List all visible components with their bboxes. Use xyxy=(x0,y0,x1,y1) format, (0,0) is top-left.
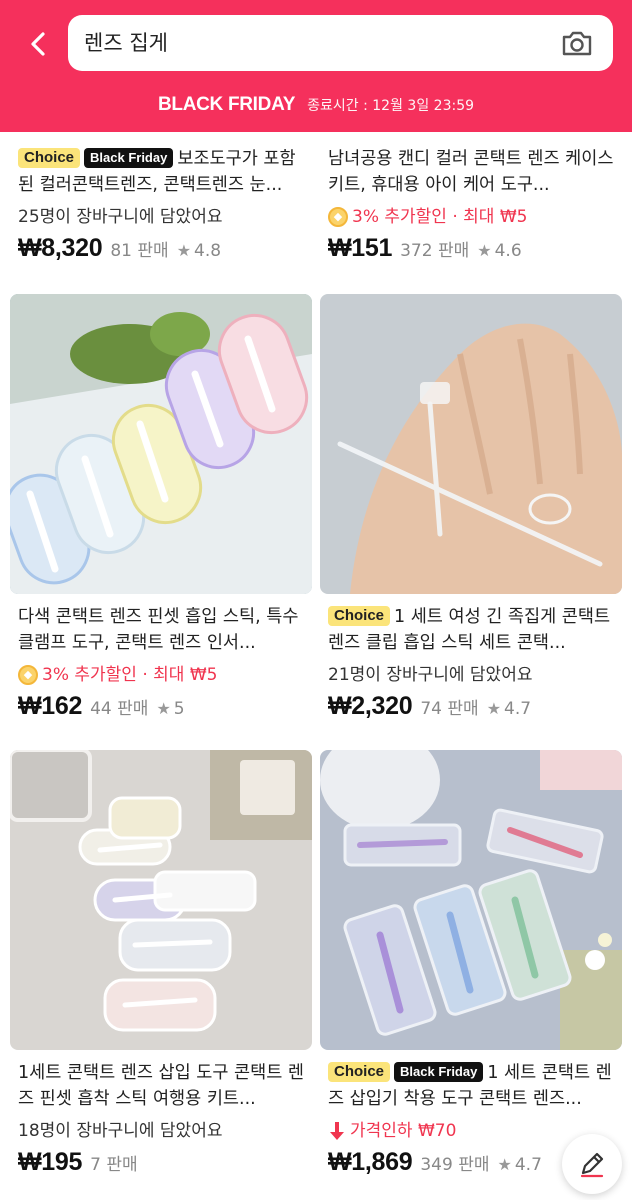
cart-count: 18명이 장바구니에 담았어요 xyxy=(18,1121,223,1141)
sold-count: 44 판매 xyxy=(90,699,149,719)
choice-badge: Choice xyxy=(328,1062,391,1082)
product-title: Choice 1 세트 여성 긴 족집게 콘택트 렌즈 클립 흡입 스틱 세트 콘… xyxy=(328,604,620,656)
product-title: 다색 콘택트 렌즈 핀셋 흡입 스틱, 특수 클램프 도구, 콘택트 렌즈 인서… xyxy=(18,604,310,656)
back-arrow-icon xyxy=(31,32,45,56)
search-query: 렌즈 집게 xyxy=(84,31,168,55)
product-image[interactable] xyxy=(320,750,622,1050)
promo-bar[interactable]: BLACK FRIDAY 종료시간 : 12월 3일 23:59 xyxy=(0,90,632,120)
coin-icon: ◆ xyxy=(18,665,38,685)
rating: ★ 4.8 xyxy=(177,241,221,261)
price-row: ₩162 44 판매 ★ 5 xyxy=(18,692,185,721)
product-price: ₩1,869 xyxy=(328,1148,413,1176)
product-price: ₩195 xyxy=(18,1148,83,1176)
star-icon: ★ xyxy=(176,241,192,260)
camera-search-button[interactable] xyxy=(559,27,595,59)
star-icon: ★ xyxy=(156,699,171,718)
product-title: Choice Black Friday 1 세트 콘택트 렌즈 삽입기 착용 도구 … xyxy=(328,1060,620,1112)
black-friday-badge: Black Friday xyxy=(394,1062,484,1082)
product-card[interactable]: 다색 콘택트 렌즈 핀셋 흡입 스틱, 특수 클램프 도구, 콘택트 렌즈 인서… xyxy=(10,294,312,734)
price-row: ₩1,869 349 판매 ★ 4.7 xyxy=(328,1148,542,1177)
price-row: ₩2,320 74 판매 ★ 4.7 xyxy=(328,692,531,721)
price-drop-text: 가격인하 ₩70 xyxy=(350,1121,457,1141)
rating-value: 4.8 xyxy=(194,241,222,261)
discount-info: ◆ 3% 추가할인 · 최대 ₩5 xyxy=(18,662,217,688)
sold-count: 81 판매 xyxy=(110,241,169,261)
price-row: ₩8,320 81 판매 ★ 4.8 xyxy=(18,234,221,263)
rating: ★ 5 xyxy=(156,699,184,719)
promo-title: BLACK FRIDAY xyxy=(157,94,296,115)
price-row: ₩195 7 판매 xyxy=(18,1148,138,1177)
discount-text: 3% 추가할인 · 최대 ₩5 xyxy=(42,665,218,685)
sold-count: 7 판매 xyxy=(90,1155,138,1175)
black-friday-badge: Black Friday xyxy=(84,148,174,168)
choice-badge: Choice xyxy=(18,148,81,168)
rating-value: 5 xyxy=(173,699,185,719)
product-card[interactable]: 1세트 콘택트 렌즈 삽입 도구 콘택트 렌즈 핀셋 흡착 스틱 여행용 키트.… xyxy=(10,750,312,1190)
product-title: 남녀공용 캔디 컬러 콘택트 렌즈 케이스 키트, 휴대용 아이 케어 도구..… xyxy=(328,146,620,198)
coin-icon: ◆ xyxy=(328,207,348,227)
price-row: ₩151 372 판매 ★ 4.6 xyxy=(328,234,522,263)
back-button[interactable] xyxy=(18,24,58,64)
search-input[interactable]: 렌즈 집게 xyxy=(68,15,613,71)
product-card[interactable]: Choice Black Friday 1 세트 콘택트 렌즈 삽입기 착용 도구 … xyxy=(320,750,622,1190)
product-price: ₩2,320 xyxy=(328,692,413,720)
rating-value: 4.7 xyxy=(514,1155,542,1175)
discount-text: 3% 추가할인 · 최대 ₩5 xyxy=(352,207,528,227)
star-icon: ★ xyxy=(477,241,492,260)
rating-value: 4.6 xyxy=(494,241,522,261)
product-price: ₩8,320 xyxy=(18,234,103,262)
edit-button[interactable] xyxy=(562,1134,622,1194)
product-title: Choice Black Friday 보조도구가 포함된 컬러콘택트렌즈, 콘택트… xyxy=(18,146,310,198)
product-price: ₩162 xyxy=(18,692,83,720)
price-drop-icon xyxy=(330,1122,344,1140)
product-card[interactable]: 남녀공용 캔디 컬러 콘택트 렌즈 케이스 키트, 휴대용 아이 케어 도구..… xyxy=(320,132,622,282)
cart-count: 25명이 장바구니에 담았어요 xyxy=(18,207,223,227)
edit-icon xyxy=(580,1152,604,1178)
product-card[interactable]: Choice Black Friday 보조도구가 포함된 컬러콘택트렌즈, 콘택트… xyxy=(10,132,312,282)
product-title: 1세트 콘택트 렌즈 삽입 도구 콘택트 렌즈 핀셋 흡착 스틱 여행용 키트.… xyxy=(18,1060,310,1112)
product-price: ₩151 xyxy=(328,234,393,262)
star-icon: ★ xyxy=(497,1155,512,1174)
rating: ★ 4.7 xyxy=(498,1155,542,1175)
product-image[interactable] xyxy=(320,294,622,594)
rating: ★ 4.7 xyxy=(487,699,531,719)
product-grid: Choice Black Friday 보조도구가 포함된 컬러콘택트렌즈, 콘택트… xyxy=(0,132,632,1200)
product-title-text: 남녀공용 캔디 컬러 콘택트 렌즈 케이스 키트, 휴대용 아이 케어 도구..… xyxy=(328,149,614,195)
promo-deadline: 종료시간 : 12월 3일 23:59 xyxy=(307,98,475,114)
product-image[interactable] xyxy=(10,294,312,594)
product-title-text: 다색 콘택트 렌즈 핀셋 흡입 스틱, 특수 클램프 도구, 콘택트 렌즈 인서… xyxy=(18,607,299,653)
product-title-text: 1세트 콘택트 렌즈 삽입 도구 콘택트 렌즈 핀셋 흡착 스틱 여행용 키트.… xyxy=(18,1063,305,1109)
sold-count: 74 판매 xyxy=(420,699,479,719)
choice-badge: Choice xyxy=(328,606,391,626)
product-card[interactable]: Choice 1 세트 여성 긴 족집게 콘택트 렌즈 클립 흡입 스틱 세트 콘… xyxy=(320,294,622,734)
cart-count: 21명이 장바구니에 담았어요 xyxy=(328,665,533,685)
price-drop-info: 가격인하 ₩70 xyxy=(328,1118,456,1144)
star-icon: ★ xyxy=(486,699,502,718)
rating: ★ 4.6 xyxy=(477,241,521,261)
sold-count: 349 판매 xyxy=(420,1155,490,1175)
discount-info: ◆ 3% 추가할인 · 최대 ₩5 xyxy=(328,204,527,230)
header: 렌즈 집게 BLACK FRIDAY 종료시간 : 12월 3일 23:59 xyxy=(0,0,632,132)
camera-icon xyxy=(562,31,592,56)
product-image[interactable] xyxy=(10,750,312,1050)
sold-count: 372 판매 xyxy=(400,241,470,261)
rating-value: 4.7 xyxy=(504,699,532,719)
